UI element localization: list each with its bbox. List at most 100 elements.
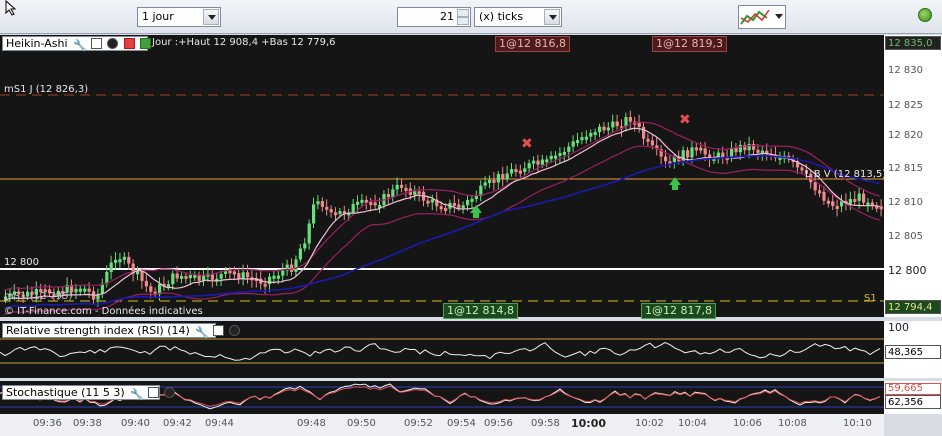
maximize-icon[interactable] <box>147 387 159 398</box>
candle-body <box>628 117 632 122</box>
candle-body <box>611 121 615 128</box>
candle-body <box>514 169 518 173</box>
time-tick: 10:02 <box>635 418 664 429</box>
alert-up-icon[interactable] <box>140 38 152 49</box>
cursor-icon <box>5 0 17 16</box>
time-tick: 09:52 <box>404 418 433 429</box>
cross-marker: ✖ <box>521 136 533 152</box>
time-tick: 10:08 <box>778 418 807 429</box>
candle-body <box>457 204 461 208</box>
svg-text:✖: ✖ <box>679 112 691 128</box>
candle-body <box>184 275 188 279</box>
stochastic-panel-title-text: Stochastique (11 5 3) <box>6 386 125 399</box>
candle-body <box>571 141 575 147</box>
candle-body <box>646 138 650 142</box>
chart-type-button[interactable] <box>738 5 786 29</box>
axis-tick: 12 830 <box>888 65 923 76</box>
toolbar: 1 jour 21 (x) ticks <box>0 0 942 34</box>
stochastic-value-d: 59,665 <box>885 383 941 395</box>
daily-high-low: Jour :+Haut 12 908,4 +Bas 12 779,6 <box>152 37 336 48</box>
candle-body <box>756 149 760 153</box>
candle-body <box>800 167 804 171</box>
candle-body <box>848 198 852 204</box>
maximize-icon[interactable] <box>212 325 224 336</box>
status-globe-icon[interactable] <box>918 8 932 22</box>
candle-body <box>351 203 355 213</box>
candle-body <box>694 147 698 151</box>
time-tick: 09:42 <box>163 418 192 429</box>
order-tag-sell[interactable]: 1@12 819,3 <box>652 36 727 52</box>
stepper-buttons[interactable] <box>457 9 469 25</box>
axis-tick: 12 800 <box>888 264 927 277</box>
candle-body <box>166 284 170 288</box>
candle-body <box>488 179 492 183</box>
candle-body <box>593 132 597 136</box>
maximize-icon[interactable] <box>90 38 102 49</box>
candle-body <box>105 271 109 284</box>
candle-body <box>400 184 404 188</box>
axis-tick: 12 810 <box>888 197 923 208</box>
period-select[interactable]: 1 jour <box>137 7 221 27</box>
candle-body <box>831 201 835 207</box>
candle-body <box>549 155 553 160</box>
candle-body <box>813 182 817 191</box>
candle-body <box>686 150 690 158</box>
candle-body <box>114 259 118 263</box>
level-label-ms1: mS1 (12 795) <box>4 291 73 302</box>
chevron-down-icon[interactable] <box>544 9 560 25</box>
stochastic-panel-title: Stochastique (11 5 3) 🔧 <box>2 385 176 401</box>
time-tick: 09:50 <box>347 418 376 429</box>
candle-body <box>356 201 360 205</box>
order-tag-sell[interactable]: 1@12 816,8 <box>495 36 570 52</box>
stepper-up-icon[interactable] <box>457 9 469 17</box>
period-select-value: 1 jour <box>142 10 174 23</box>
alert-down-icon[interactable] <box>123 38 135 49</box>
axis-tick: 12 825 <box>888 100 923 111</box>
candle-body <box>298 248 302 260</box>
time-tick: 09:54 <box>447 418 476 429</box>
candle-body <box>818 190 822 194</box>
candle-body <box>391 189 395 198</box>
candle-body <box>474 196 478 200</box>
axis-last-price: 12 835,0 <box>885 36 941 50</box>
candle-body <box>866 202 870 206</box>
candle-body <box>664 156 668 162</box>
chart-type-icon <box>740 9 770 25</box>
candle-body <box>554 155 558 159</box>
ticks-unit-select[interactable]: (x) ticks <box>474 7 562 27</box>
candle-body <box>404 187 408 191</box>
wrench-icon[interactable]: 🔧 <box>195 326 209 339</box>
level-label-12800: 12 800 <box>4 257 39 268</box>
time-tick: 10:10 <box>843 418 872 429</box>
candle-body <box>241 272 245 279</box>
candle-body <box>650 140 654 146</box>
candle-body <box>140 271 144 281</box>
candle-body <box>294 259 298 272</box>
chevron-down-icon[interactable] <box>775 14 783 20</box>
candle-body <box>589 132 593 137</box>
candle-body <box>118 259 122 263</box>
stepper-down-icon[interactable] <box>457 17 469 25</box>
candle-body <box>149 286 153 292</box>
time-tick: 09:58 <box>531 418 560 429</box>
candle-body <box>562 151 566 155</box>
wrench-icon[interactable]: 🔧 <box>73 39 87 52</box>
candle-body <box>835 206 839 210</box>
candle-body <box>879 206 883 210</box>
chevron-down-icon[interactable] <box>203 9 219 25</box>
candle-body <box>127 256 131 264</box>
wrench-icon[interactable]: 🔧 <box>130 388 144 401</box>
order-tag-buy[interactable]: 1@12 814,8 <box>443 303 518 319</box>
main-chart[interactable]: ✖ ✖ <box>0 35 884 317</box>
candle-body <box>109 262 113 272</box>
candle-body <box>87 288 91 292</box>
time-axis: 09:36 09:38 09:40 09:42 09:44 09:48 09:5… <box>0 414 884 436</box>
order-tag-buy[interactable]: 1@12 817,8 <box>641 303 716 319</box>
cross-marker: ✖ <box>679 112 691 128</box>
copyright-text: © IT-Finance.com - Données indicatives <box>4 306 203 317</box>
candle-body <box>853 198 857 202</box>
candle-body <box>413 191 417 195</box>
time-tick: 09:40 <box>121 418 150 429</box>
close-icon[interactable] <box>107 38 119 49</box>
ticks-stepper[interactable]: 21 <box>397 7 471 27</box>
